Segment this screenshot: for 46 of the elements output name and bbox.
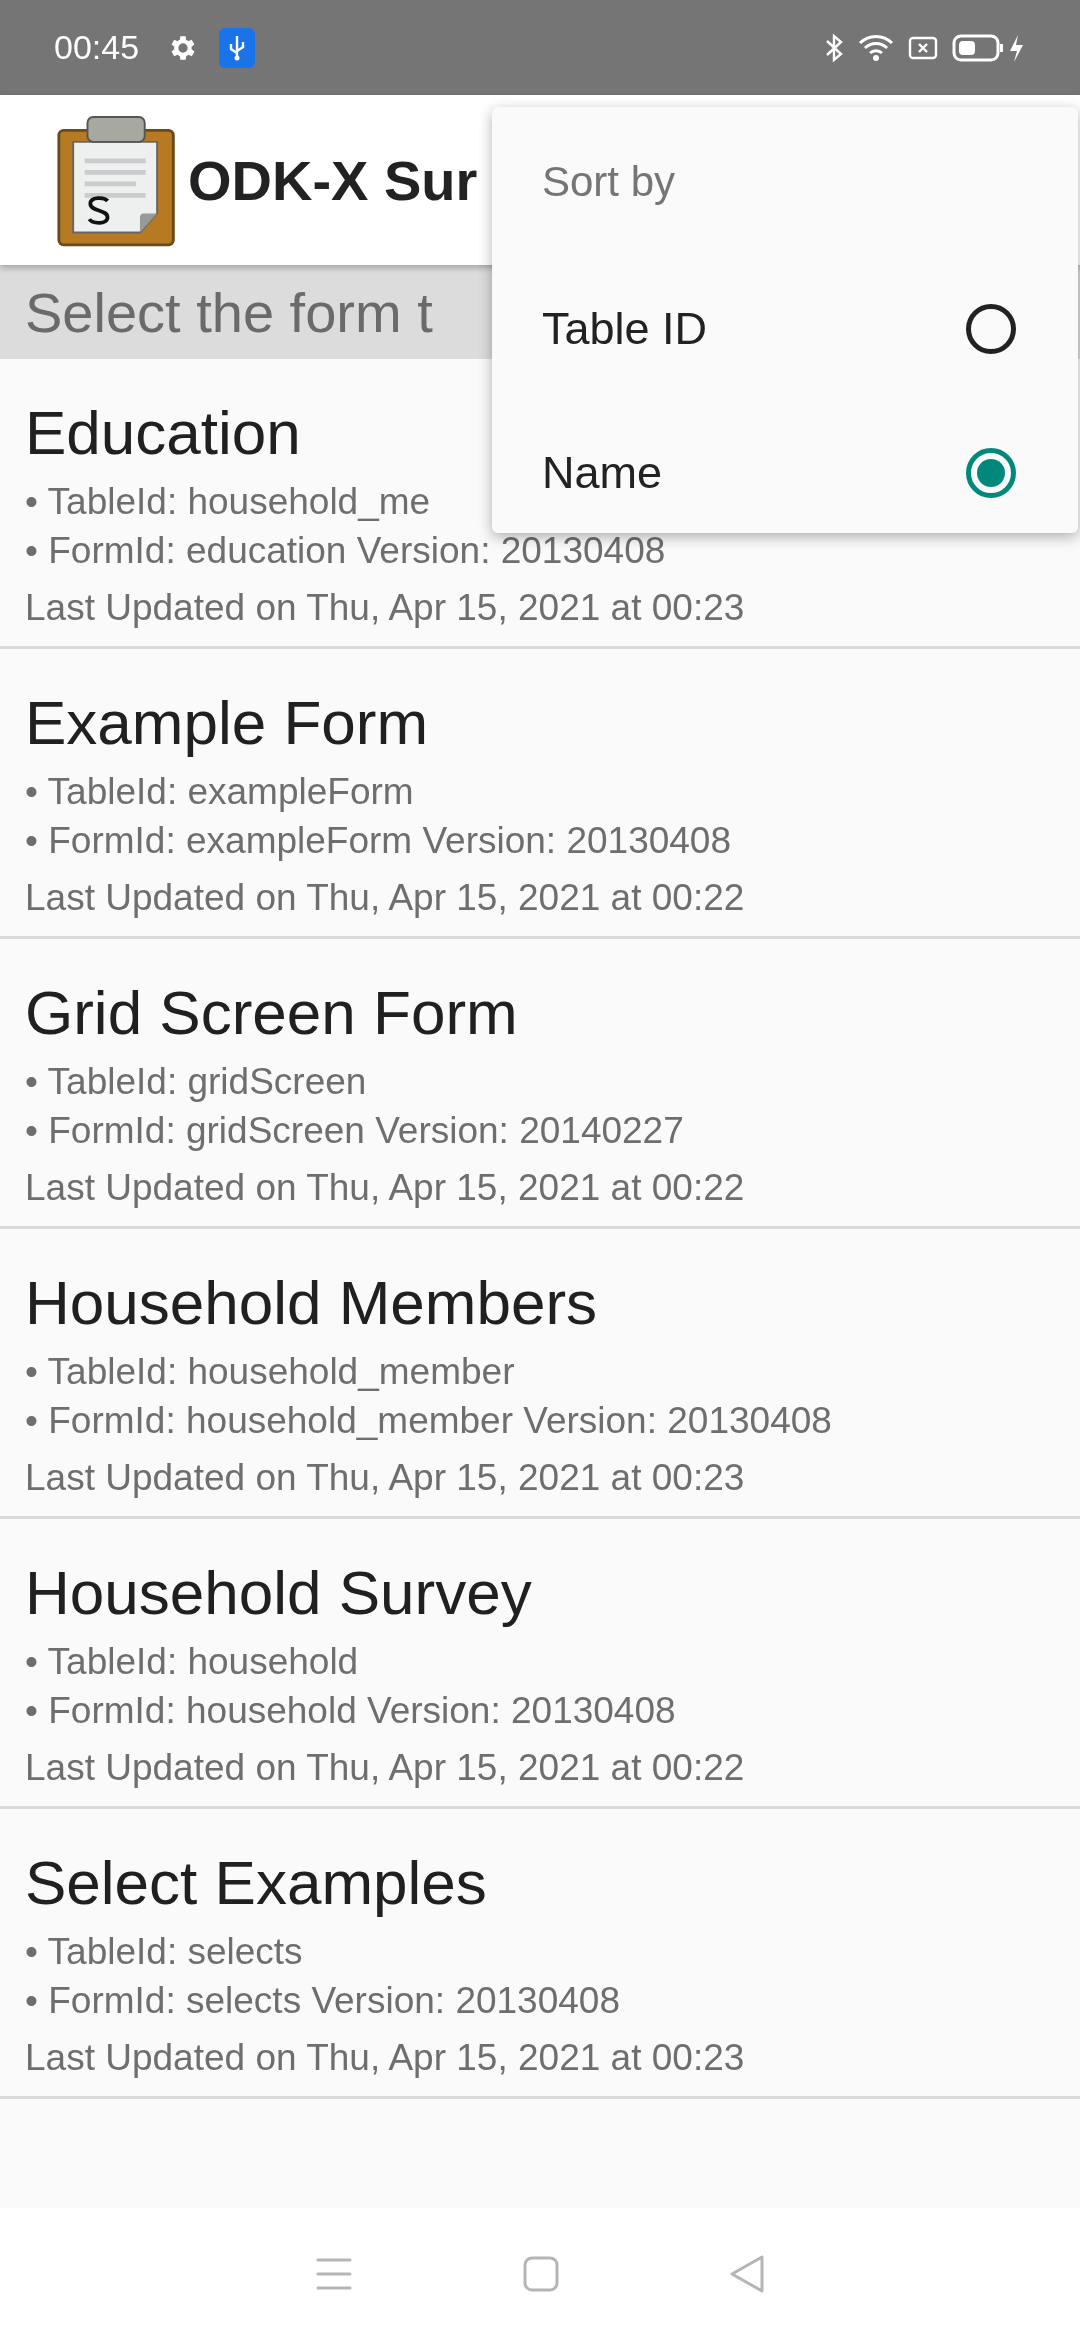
form-name: Household Survey	[25, 1557, 532, 1629]
last-updated-text: Last Updated on Thu, Apr 15, 2021 at 00:22	[25, 1166, 745, 1210]
form-name: Select Examples	[25, 1847, 487, 1919]
menu-icon[interactable]	[315, 2256, 353, 2292]
usb-icon	[219, 27, 256, 68]
form-name: Education	[25, 397, 301, 469]
sim-icon	[908, 35, 938, 60]
form-id-text: • FormId: selects Version: 20130408	[25, 1979, 620, 2023]
sort-option[interactable]: Table ID	[542, 257, 1078, 401]
form-list-item[interactable]: Grid Screen Form • TableId: gridScreen • FormId: gridScreen Version: 20140227 Last Updated on Thu, Apr 15, 2021 at 00:22	[0, 939, 1080, 1229]
radio-button[interactable]	[966, 448, 1016, 498]
menu-title: Sort by	[542, 157, 677, 207]
wifi-icon	[858, 33, 894, 62]
last-updated-text: Last Updated on Thu, Apr 15, 2021 at 00:22	[25, 1746, 745, 1790]
table-id-text: • TableId: household_member	[25, 1350, 515, 1394]
table-id-text: • TableId: exampleForm	[25, 770, 414, 814]
radio-button[interactable]	[966, 304, 1016, 354]
back-icon[interactable]	[729, 2254, 765, 2294]
table-id-text: • TableId: selects	[25, 1930, 303, 1974]
app-title: ODK-X Sur	[188, 147, 478, 213]
last-updated-text: Last Updated on Thu, Apr 15, 2021 at 00:23	[25, 586, 745, 630]
battery-icon	[952, 32, 1026, 63]
form-id-text: • FormId: education Version: 20130408	[25, 529, 666, 573]
option-label: Name	[542, 447, 663, 499]
form-id-text: • FormId: gridScreen Version: 20140227	[25, 1109, 684, 1153]
table-id-text: • TableId: household	[25, 1640, 359, 1684]
form-name: Example Form	[25, 687, 429, 759]
form-id-text: • FormId: household Version: 20130408	[25, 1689, 676, 1733]
form-list-item[interactable]: Select Examples • TableId: selects • FormId: selects Version: 20130408 Last Updated on Thu, Apr 15, 2021 at 00:23	[0, 1809, 1080, 2099]
form-list-item[interactable]: Household Survey • TableId: household • FormId: household Version: 20130408 Last Updated on Thu, Apr 15, 2021 at 00:22	[0, 1519, 1080, 1809]
bluetooth-icon	[824, 32, 844, 63]
form-name: Grid Screen Form	[25, 977, 518, 1049]
form-id-text: • FormId: household_member Version: 20130408	[25, 1399, 832, 1443]
last-updated-text: Last Updated on Thu, Apr 15, 2021 at 00:23	[25, 2036, 745, 2080]
last-updated-text: Last Updated on Thu, Apr 15, 2021 at 00:22	[25, 876, 745, 920]
home-icon[interactable]	[523, 2256, 559, 2292]
form-list-item[interactable]: Household Members • TableId: household_member • FormId: household_member Version: 20130408 Last Updated on Thu, Apr 15, 2021 at 00:23	[0, 1229, 1080, 1519]
clock: 00:45	[54, 28, 140, 67]
form-list-item[interactable]: Example Form • TableId: exampleForm • FormId: exampleForm Version: 20130408 Last Updated on Thu, Apr 15, 2021 at 00:22	[0, 649, 1080, 939]
form-id-text: • FormId: exampleForm Version: 20130408	[25, 819, 732, 863]
option-label: Table ID	[542, 303, 708, 355]
subtitle-text: Select the form t	[25, 279, 433, 345]
form-name: Household Members	[25, 1267, 598, 1339]
table-id-text: • TableId: gridScreen	[25, 1060, 367, 1104]
last-updated-text: Last Updated on Thu, Apr 15, 2021 at 00:23	[25, 1456, 745, 1500]
table-id-text: • TableId: household_me	[25, 480, 431, 524]
